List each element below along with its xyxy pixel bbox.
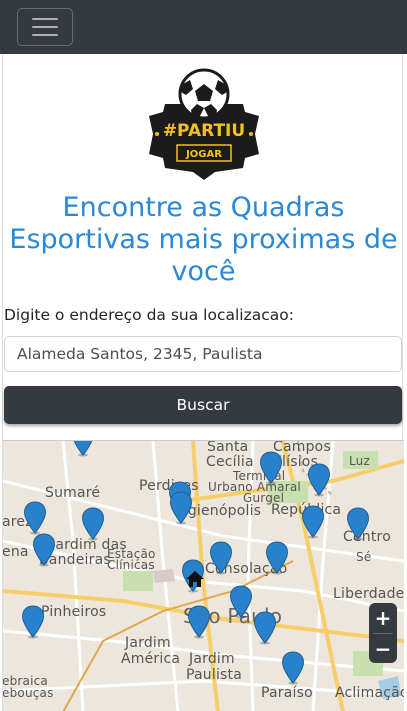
home-location-icon[interactable] bbox=[185, 569, 205, 589]
address-input[interactable] bbox=[4, 336, 402, 372]
svg-text:JOGAR: JOGAR bbox=[185, 149, 222, 160]
court-marker-icon[interactable] bbox=[281, 651, 305, 685]
court-marker-icon[interactable] bbox=[71, 440, 95, 457]
court-marker-icon[interactable] bbox=[169, 491, 193, 525]
search-button[interactable]: Buscar bbox=[4, 386, 402, 424]
court-marker-icon[interactable] bbox=[81, 507, 105, 541]
hamburger-menu-icon bbox=[32, 18, 58, 20]
map[interactable]: Santa Cecília Campos Elísios Luz Termina… bbox=[3, 440, 404, 711]
court-marker-icon[interactable] bbox=[209, 541, 233, 575]
court-marker-icon[interactable] bbox=[229, 585, 253, 619]
main-content: #PARTIU JOGAR Encontre as Quadras Esport… bbox=[2, 54, 404, 711]
court-marker-icon[interactable] bbox=[265, 541, 289, 575]
court-marker-icon[interactable] bbox=[187, 605, 211, 639]
court-marker-icon[interactable] bbox=[23, 501, 47, 535]
zoom-out-button[interactable]: − bbox=[369, 634, 397, 664]
partiu-jogar-logo: #PARTIU JOGAR bbox=[149, 68, 259, 180]
court-marker-icon[interactable] bbox=[301, 505, 325, 539]
navbar bbox=[0, 0, 407, 54]
navbar-toggle-button[interactable] bbox=[17, 8, 73, 46]
address-label: Digite o endereço da sua localizacao: bbox=[4, 306, 294, 324]
court-marker-icon[interactable] bbox=[21, 605, 45, 639]
court-marker-icon[interactable] bbox=[259, 451, 283, 485]
zoom-in-button[interactable]: + bbox=[369, 603, 397, 633]
court-marker-icon[interactable] bbox=[307, 463, 331, 497]
zoom-control: + − bbox=[369, 603, 397, 663]
page-title: Encontre as Quadras Esportivas mais prox… bbox=[9, 192, 398, 287]
svg-text:#PARTIU: #PARTIU bbox=[163, 121, 245, 141]
court-marker-icon[interactable] bbox=[253, 611, 277, 645]
court-marker-icon[interactable] bbox=[346, 507, 370, 541]
court-marker-icon[interactable] bbox=[32, 533, 56, 567]
